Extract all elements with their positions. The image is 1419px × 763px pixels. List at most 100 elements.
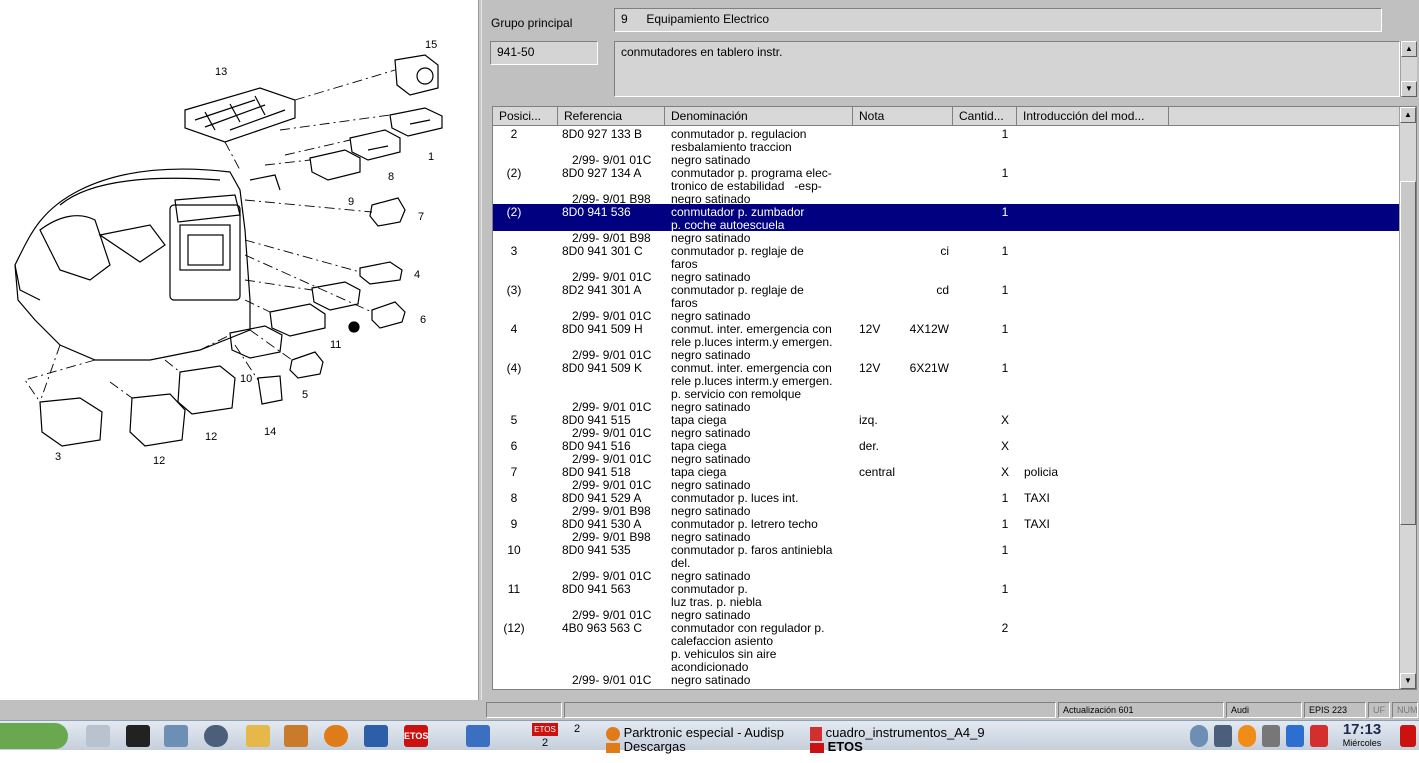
- cell-referencia[interactable]: 8D0 927 134 A: [562, 167, 641, 180]
- archive-icon[interactable]: [284, 725, 308, 747]
- cell-posicion[interactable]: (2): [499, 206, 529, 219]
- cell-posicion[interactable]: 9: [499, 518, 529, 531]
- scroll-down-icon[interactable]: ▼: [1401, 81, 1417, 97]
- task-etos-label: ETOS: [827, 739, 863, 754]
- task-group-count-2: 2: [541, 737, 549, 749]
- cell-nota[interactable]: 12V: [859, 323, 880, 336]
- cell-nota-extra[interactable]: 4X12W: [903, 323, 949, 336]
- cell-posicion[interactable]: 10: [499, 544, 529, 557]
- cell-posicion[interactable]: (3): [499, 284, 529, 297]
- system-settings-icon[interactable]: [204, 725, 228, 747]
- cell-referencia[interactable]: 8D0 941 301 C: [562, 245, 643, 258]
- cell-referencia[interactable]: 8D0 941 536: [562, 206, 631, 219]
- description-scrollbar[interactable]: ▲ ▼: [1400, 41, 1417, 97]
- diagram-svg: 13 15 1 8 9 7 4 6 11 10 5 14 12 12 3: [14, 39, 443, 467]
- status-actualizacion: Actualización 601: [1058, 702, 1224, 718]
- cell-posicion[interactable]: 2: [499, 128, 529, 141]
- cell-introduccion[interactable]: TAXI: [1024, 492, 1050, 505]
- etos-launcher-icon[interactable]: ETOS: [404, 725, 428, 747]
- firefox-icon[interactable]: [324, 725, 348, 747]
- parts-table[interactable]: Posici... Referencia Denominación Nota C…: [492, 106, 1417, 690]
- cell-posicion[interactable]: (4): [499, 362, 529, 375]
- cell-denominacion[interactable]: conmutador p. faros antiniebla: [671, 544, 832, 557]
- cell-cantidad[interactable]: X: [997, 414, 1013, 427]
- printer-icon[interactable]: [1262, 725, 1280, 747]
- signal-icon[interactable]: [1286, 725, 1304, 747]
- cell-cantidad[interactable]: 1: [997, 362, 1013, 375]
- cell-posicion[interactable]: (12): [499, 622, 529, 635]
- cell-posicion[interactable]: (2): [499, 167, 529, 180]
- task-etos[interactable]: ETOS: [810, 737, 1006, 763]
- table-body[interactable]: 2 8D0 927 133 Bconmutador p. regulacion re…: [493, 126, 1399, 689]
- diagram-label-7: 7: [418, 211, 424, 223]
- cell-nota[interactable]: central: [859, 466, 895, 479]
- cell-referencia[interactable]: 8D0 941 509 H: [562, 323, 643, 336]
- cell-nota[interactable]: der.: [859, 440, 879, 453]
- cell-cantidad[interactable]: 1: [997, 128, 1013, 141]
- cell-cantidad[interactable]: 1: [997, 167, 1013, 180]
- cell-introduccion[interactable]: policia: [1024, 466, 1058, 479]
- parts-diagram[interactable]: 13 15 1 8 9 7 4 6 11 10 5 14 12 12 3: [0, 0, 478, 700]
- cell-referencia[interactable]: 8D0 941 535: [562, 544, 631, 557]
- cell-posicion[interactable]: 3: [499, 245, 529, 258]
- network-icon[interactable]: [1214, 725, 1232, 747]
- cell-cantidad[interactable]: 2: [997, 622, 1013, 635]
- table-scrollbar[interactable]: ▲ ▼: [1399, 107, 1416, 689]
- cell-cantidad[interactable]: 1: [997, 206, 1013, 219]
- col-nota[interactable]: Nota: [853, 107, 953, 126]
- cell-cantidad[interactable]: 1: [997, 284, 1013, 297]
- cell-cantidad[interactable]: 1: [997, 245, 1013, 258]
- network-folder-icon[interactable]: [364, 725, 388, 747]
- cell-cantidad[interactable]: X: [997, 466, 1013, 479]
- cell-referencia[interactable]: 4B0 963 563 C: [562, 622, 642, 635]
- cell-cantidad[interactable]: 1: [997, 323, 1013, 336]
- task-descargas[interactable]: Descargas: [606, 737, 802, 763]
- table-scroll-up-icon[interactable]: ▲: [1400, 107, 1416, 123]
- show-desktop-icon[interactable]: [1400, 725, 1416, 747]
- cell-nota-extra[interactable]: cd: [903, 284, 949, 297]
- col-cantidad[interactable]: Cantid...: [953, 107, 1017, 126]
- status-num: NUM: [1392, 702, 1418, 718]
- image-viewer-icon[interactable]: [164, 725, 188, 747]
- cell-cantidad[interactable]: 1: [997, 544, 1013, 557]
- table-scroll-thumb[interactable]: [1400, 181, 1416, 525]
- cell-posicion[interactable]: 7: [499, 466, 529, 479]
- cell-introduccion[interactable]: TAXI: [1024, 518, 1050, 531]
- col-referencia[interactable]: Referencia: [558, 107, 665, 126]
- cell-posicion[interactable]: 5: [499, 414, 529, 427]
- cell-cantidad[interactable]: 1: [997, 518, 1013, 531]
- col-introduccion[interactable]: Introducción del mod...: [1017, 107, 1169, 126]
- cell-cantidad[interactable]: 1: [997, 583, 1013, 596]
- cell-posicion[interactable]: 4: [499, 323, 529, 336]
- col-denominacion[interactable]: Denominación: [665, 107, 853, 126]
- cell-referencia[interactable]: 8D0 927 133 B: [562, 128, 642, 141]
- cell-posicion[interactable]: 8: [499, 492, 529, 505]
- cell-cantidad[interactable]: X: [997, 440, 1013, 453]
- cell-posicion[interactable]: 11: [499, 583, 529, 596]
- calculator-icon[interactable]: [246, 725, 270, 747]
- cell-referencia[interactable]: 2/99- 9/01 01C: [562, 674, 651, 687]
- update-warning-icon[interactable]: [1238, 725, 1256, 747]
- cell-nota[interactable]: 12V: [859, 362, 880, 375]
- cell-nota[interactable]: izq.: [859, 414, 878, 427]
- volume-icon[interactable]: [1190, 725, 1208, 747]
- cell-referencia[interactable]: 8D0 941 509 K: [562, 362, 642, 375]
- cell-referencia[interactable]: 8D0 941 563: [562, 583, 631, 596]
- col-posicion[interactable]: Posici...: [493, 107, 558, 126]
- start-menu-icon[interactable]: [0, 723, 68, 749]
- subgroup-code-field: 941-50: [490, 41, 598, 65]
- cell-posicion[interactable]: 6: [499, 440, 529, 453]
- cell-referencia[interactable]: 8D2 941 301 A: [562, 284, 641, 297]
- table-scroll-down-icon[interactable]: ▼: [1400, 673, 1416, 689]
- terminal-icon[interactable]: [126, 725, 150, 747]
- grupo-name: Equipamiento Electrico: [646, 12, 770, 26]
- scroll-up-icon[interactable]: ▲: [1401, 41, 1417, 57]
- ruby-icon[interactable]: [1310, 725, 1328, 747]
- task-group-etos-icon[interactable]: ETOS: [532, 723, 558, 736]
- folder-icon[interactable]: [86, 725, 110, 747]
- cell-cantidad[interactable]: 1: [997, 492, 1013, 505]
- cell-nota-extra[interactable]: ci: [903, 245, 949, 258]
- cell-denominacion[interactable]: negro satinado: [671, 674, 750, 687]
- desktop-icon[interactable]: [466, 725, 490, 747]
- cell-nota-extra[interactable]: 6X21W: [903, 362, 949, 375]
